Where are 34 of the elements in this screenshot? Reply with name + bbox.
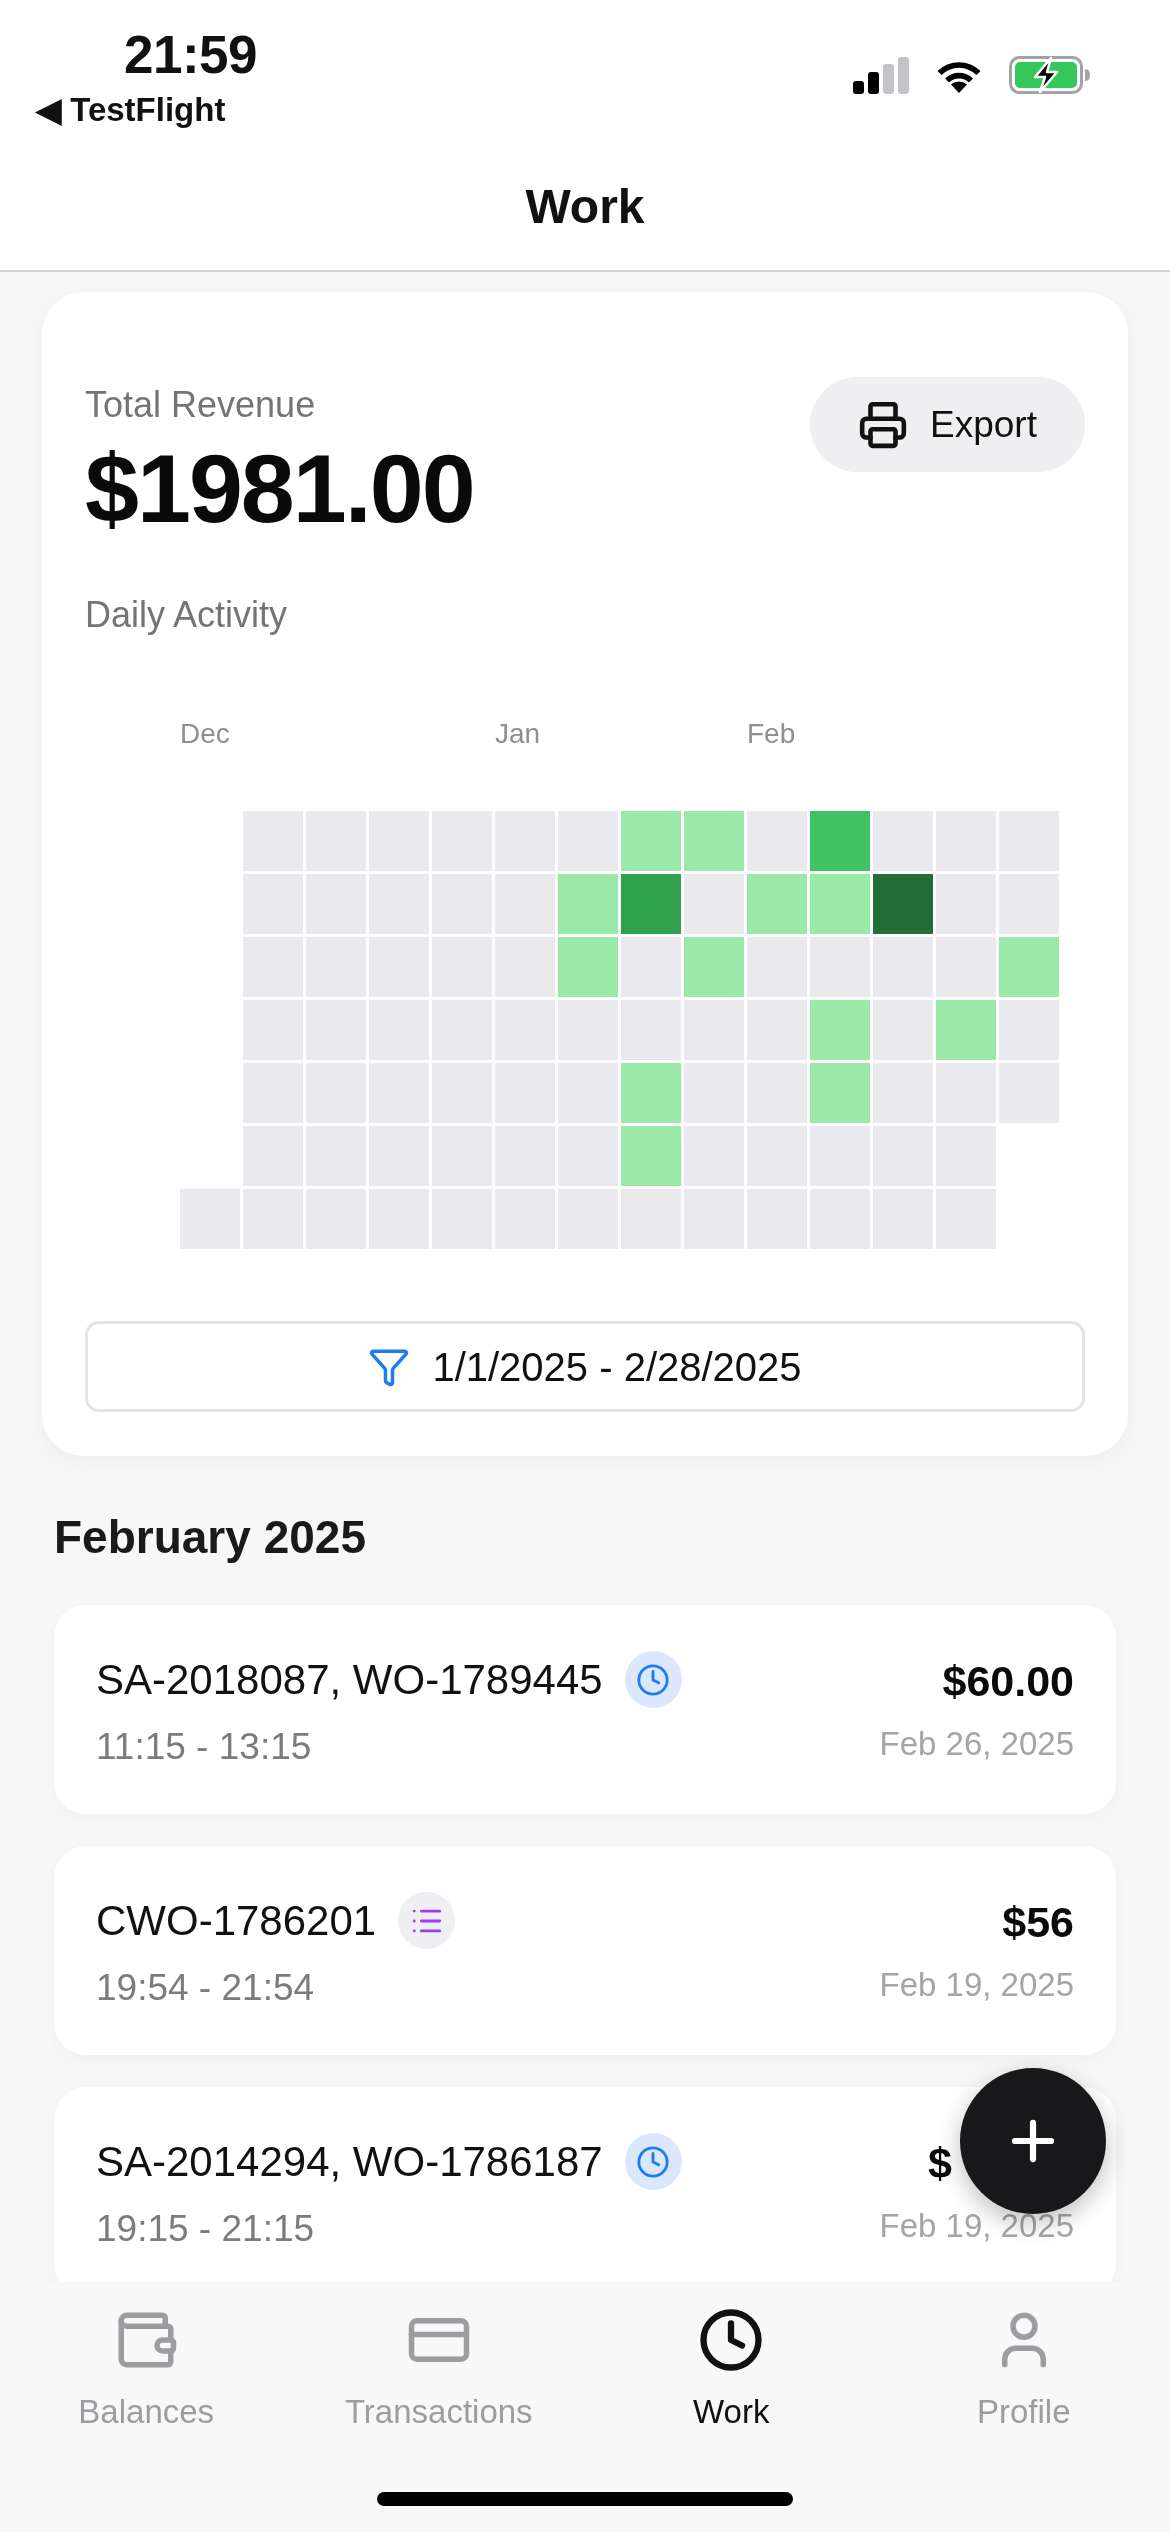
tab[interactable]: Work bbox=[585, 2307, 878, 2432]
signal-icon bbox=[853, 56, 909, 94]
clock-icon bbox=[624, 2133, 682, 2190]
work-item-title: SA-2018087, WO-1789445 bbox=[96, 1654, 603, 1705]
work-item-title: SA-2014294, WO-1786187 bbox=[96, 2136, 603, 2187]
battery-charging-icon bbox=[1009, 56, 1091, 94]
work-item-amount: $56 bbox=[1002, 1897, 1074, 1948]
work-item-time: 19:15 - 21:15 bbox=[96, 2206, 316, 2251]
page-title: Work bbox=[525, 179, 645, 235]
date-range-button[interactable]: 1/1/2025 - 2/28/2025 bbox=[85, 1321, 1085, 1412]
work-item-title: CWO-1786201 bbox=[96, 1895, 377, 1946]
work-item-amount: $60.00 bbox=[942, 1656, 1074, 1707]
status-time: 21:59 bbox=[124, 26, 258, 84]
month-label: Jan bbox=[495, 718, 541, 749]
work-item-date: Feb 26, 2025 bbox=[879, 1724, 1074, 1764]
work-item-card[interactable]: SA-2014294, WO-1786187 19:15 - 21:15 $ Feb 19, 2025 bbox=[54, 2087, 1116, 2282]
work-item-date: Feb 19, 2025 bbox=[879, 2206, 1074, 2246]
month-label: Feb bbox=[747, 718, 796, 749]
work-item-date: Feb 19, 2025 bbox=[879, 1965, 1074, 2005]
clock-icon bbox=[698, 2307, 765, 2373]
back-link[interactable]: ◀ TestFlight bbox=[36, 90, 258, 130]
section-title: February 2025 bbox=[54, 1510, 367, 1565]
export-button[interactable]: Export bbox=[810, 377, 1085, 472]
work-item-amount: $ bbox=[928, 2138, 952, 2189]
work-item-card[interactable]: CWO-1786201 19:54 - 21:54 $56 Feb 19, 2025 bbox=[54, 1846, 1116, 2055]
total-revenue-label: Total Revenue bbox=[85, 383, 317, 427]
total-revenue-amount: $1981.00 bbox=[85, 439, 474, 539]
printer-icon bbox=[858, 399, 909, 450]
work-item-time: 11:15 - 13:15 bbox=[96, 1724, 313, 1769]
work-item-time: 19:54 - 21:54 bbox=[96, 1965, 316, 2010]
month-label: Dec bbox=[180, 718, 230, 749]
clock-icon bbox=[624, 1651, 682, 1708]
work-item-card[interactable]: SA-2018087, WO-1789445 11:15 - 13:15 $60.00 Feb 26, 2025 bbox=[54, 1605, 1116, 1814]
daily-activity-label: Daily Activity bbox=[85, 593, 289, 637]
